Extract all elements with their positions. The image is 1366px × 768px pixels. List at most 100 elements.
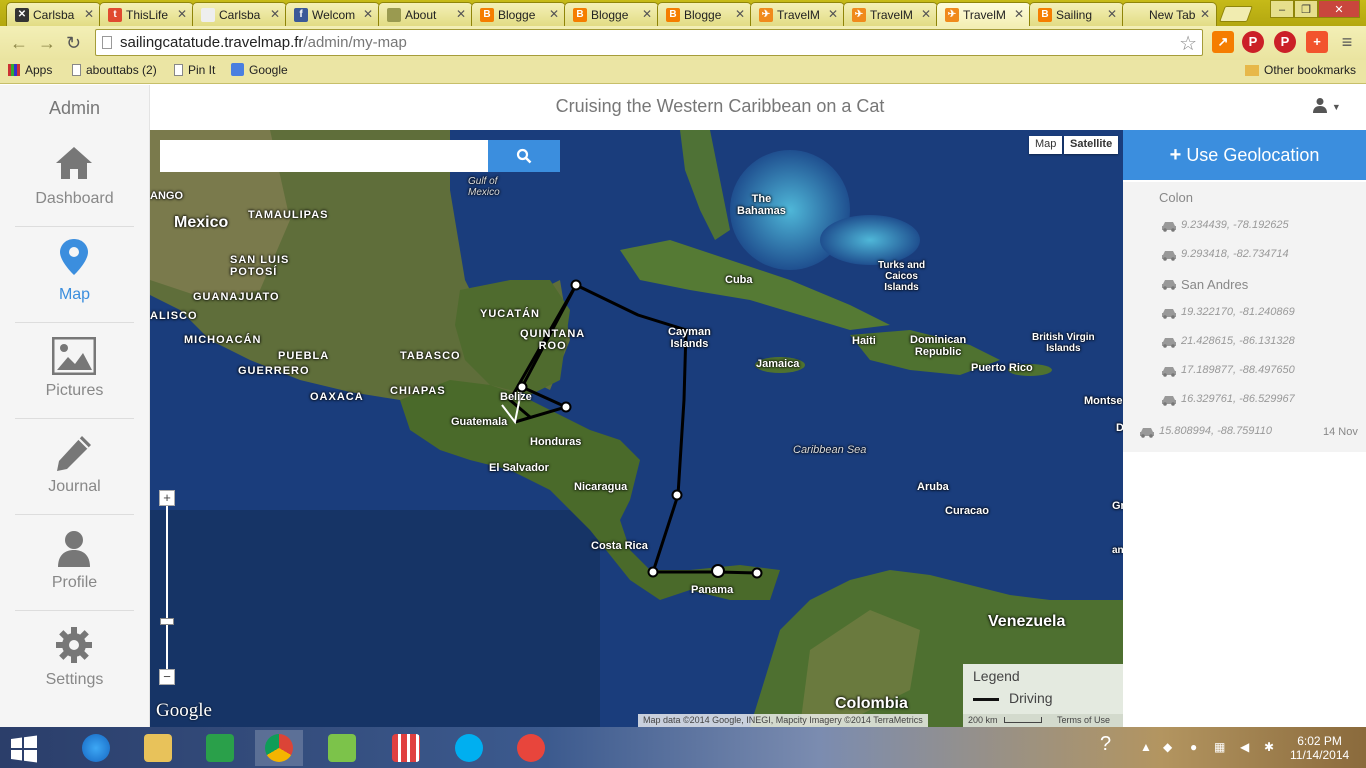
user-icon [58, 531, 90, 567]
browser-tab[interactable]: ✈ TravelM ✕ [750, 2, 845, 26]
tab-close-icon[interactable]: ✕ [1107, 7, 1117, 21]
game-icon[interactable] [318, 730, 366, 766]
close-window-button[interactable]: ✕ [1318, 0, 1360, 18]
menu-icon[interactable]: ≡ [1336, 31, 1358, 53]
tab-close-icon[interactable]: ✕ [1200, 7, 1210, 21]
browser-tab[interactable]: t ThisLife ✕ [99, 2, 194, 26]
tab-close-icon[interactable]: ✕ [828, 7, 838, 21]
sidebar-item-dashboard[interactable]: Dashboard [15, 131, 134, 227]
tab-close-icon[interactable]: ✕ [549, 7, 559, 21]
volume-icon[interactable]: ◀ [1240, 740, 1249, 754]
start-button[interactable] [0, 730, 48, 766]
forward-icon[interactable]: → [38, 33, 56, 54]
reload-icon[interactable]: ↻ [66, 33, 81, 54]
location-list-item[interactable]: 9.293418, -82.734714 [1162, 248, 1289, 261]
terms-of-use-link[interactable]: Terms of Use [1053, 714, 1123, 727]
zoom-slider-handle[interactable] [160, 618, 174, 625]
tab-close-icon[interactable]: ✕ [921, 7, 931, 21]
tab-close-icon[interactable]: ✕ [642, 7, 652, 21]
minimize-button[interactable]: – [1270, 0, 1294, 18]
tray-expand-icon[interactable]: ▲ [1140, 740, 1152, 754]
maximize-button[interactable]: ❐ [1294, 0, 1318, 18]
tab-title: TravelM [963, 8, 1006, 22]
bookmark-pinit[interactable]: Pin It [174, 63, 215, 77]
browser-tab[interactable]: ✈ TravelM ✕ [936, 2, 1031, 26]
tab-close-icon[interactable]: ✕ [363, 7, 373, 21]
zoom-in-button[interactable]: + [159, 490, 175, 506]
sidebar-item-map[interactable]: Map [15, 227, 134, 323]
add-extension-icon[interactable]: + [1306, 31, 1328, 53]
map-label-aruba: Aruba [917, 481, 949, 493]
itunes-icon[interactable] [507, 730, 555, 766]
browser-tab[interactable]: ✕ Carlsba ✕ [6, 2, 101, 26]
map-label-belize: Belize [500, 391, 532, 403]
sidebar-item-settings[interactable]: Settings [15, 611, 134, 707]
tab-close-icon[interactable]: ✕ [84, 7, 94, 21]
browser-tab[interactable]: Carlsba ✕ [192, 2, 287, 26]
geolocation-button-label: Use Geolocation [1186, 145, 1320, 165]
bookmark-abouttabs[interactable]: abouttabs (2) [72, 63, 157, 77]
location-label: 17.189877, -88.497650 [1181, 364, 1295, 376]
user-menu-button[interactable]: ▼ [1312, 97, 1341, 113]
map-search-button[interactable] [488, 140, 560, 172]
bookmark-star-icon[interactable]: ☆ [1179, 31, 1197, 56]
sidebar-item-journal[interactable]: Journal [15, 419, 134, 515]
browser-tab[interactable]: ✈ TravelM ✕ [843, 2, 938, 26]
browser-tab[interactable]: About ✕ [378, 2, 473, 26]
network-icon[interactable]: ▦ [1214, 740, 1225, 754]
car-icon [1162, 222, 1176, 232]
zoom-out-button[interactable]: − [159, 669, 175, 685]
tab-close-icon[interactable]: ✕ [735, 7, 745, 21]
browser-tab[interactable]: B Blogge ✕ [471, 2, 566, 26]
tray-app-icon[interactable]: ◆ [1163, 740, 1172, 754]
bluetooth-icon[interactable]: ✱ [1264, 740, 1274, 754]
bookmark-apps[interactable]: Apps [8, 63, 52, 77]
browser-tab[interactable]: B Sailing ✕ [1029, 2, 1124, 26]
tray-chrome-icon[interactable]: ● [1190, 740, 1197, 754]
chrome-icon[interactable] [255, 730, 303, 766]
location-label: 9.234439, -78.192625 [1181, 219, 1289, 231]
browser-tab[interactable]: B Blogge ✕ [657, 2, 752, 26]
location-list-item[interactable]: 16.329761, -86.529967 [1162, 393, 1295, 406]
bookmark-google[interactable]: Google [231, 63, 288, 77]
browser-tab[interactable]: New Tab ✕ [1122, 2, 1217, 26]
sidebar-item-pictures[interactable]: Pictures [15, 323, 134, 419]
map-type-satellite-button[interactable]: Satellite [1064, 136, 1119, 154]
map-label-oaxaca: OAXACA [310, 391, 364, 403]
system-clock[interactable]: 6:02 PM 11/14/2014 [1290, 734, 1349, 762]
browser-tab[interactable]: f Welcom ✕ [285, 2, 380, 26]
extension-chart-icon[interactable]: ↗ [1212, 31, 1234, 53]
file-explorer-icon[interactable] [134, 730, 182, 766]
apps-icon[interactable] [382, 730, 430, 766]
new-tab-button[interactable] [1219, 6, 1253, 22]
location-panel: + Use Geolocation Colon 9.234439, -78.192… [1123, 130, 1366, 727]
location-list-item[interactable]: San Andres [1162, 277, 1248, 292]
address-bar[interactable]: sailingcatatude.travelmap.fr/admin/my-ma… [95, 29, 1203, 56]
skype-icon[interactable] [445, 730, 493, 766]
zoom-track[interactable] [166, 506, 168, 676]
help-icon[interactable]: ? [1100, 733, 1111, 756]
back-icon[interactable]: ← [10, 33, 28, 54]
location-list-item[interactable]: 19.322170, -81.240869 [1162, 306, 1295, 319]
internet-explorer-icon[interactable] [72, 730, 120, 766]
map-canvas[interactable]: ANGO Mexico TAMAULIPAS Gulf of Mexico SA… [150, 130, 1123, 727]
tab-close-icon[interactable]: ✕ [177, 7, 187, 21]
bookmark-other[interactable]: Other bookmarks [1245, 63, 1356, 77]
store-icon[interactable] [196, 730, 244, 766]
location-list-item[interactable]: 21.428615, -86.131328 [1162, 335, 1295, 348]
sidebar-item-profile[interactable]: Profile [15, 515, 134, 611]
location-list-item[interactable]: 15.808994, -88.759110 [1140, 425, 1272, 438]
pinterest-icon-2[interactable]: P [1274, 31, 1296, 53]
tab-close-icon[interactable]: ✕ [1014, 7, 1024, 21]
browser-tab[interactable]: B Blogge ✕ [564, 2, 659, 26]
location-list-item[interactable]: 9.234439, -78.192625 [1162, 219, 1289, 232]
map-type-map-button[interactable]: Map [1029, 136, 1063, 154]
use-geolocation-button[interactable]: + Use Geolocation [1123, 130, 1366, 180]
location-list-item[interactable]: Colon [1159, 190, 1193, 205]
tab-close-icon[interactable]: ✕ [270, 7, 280, 21]
map-search-input[interactable] [160, 140, 488, 172]
pinterest-icon[interactable]: P [1242, 31, 1264, 53]
location-list-item[interactable]: 17.189877, -88.497650 [1162, 364, 1295, 377]
tab-close-icon[interactable]: ✕ [456, 7, 466, 21]
location-date: 14 Nov [1323, 426, 1358, 438]
